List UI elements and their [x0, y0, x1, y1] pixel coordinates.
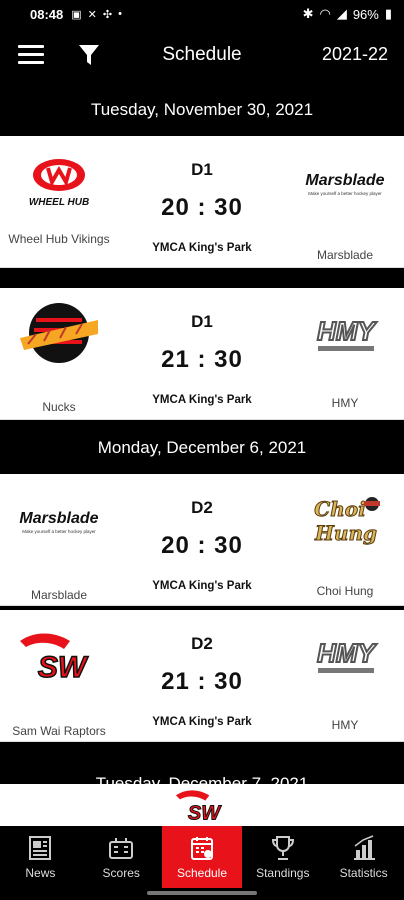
wifi-icon: ◠ [319, 6, 331, 21]
game-time: 20 : 30 [161, 194, 243, 221]
game-card[interactable]: SW Sam Wai Raptors D2 21 : 30 YMCA King'… [0, 610, 404, 742]
date-header: Tuesday, December 7, 2021 [0, 760, 404, 784]
svg-text:WHEEL HUB: WHEEL HUB [29, 197, 89, 208]
svg-text:Make yourself a better hockey: Make yourself a better hockey player [308, 191, 382, 196]
date-header: Tuesday, November 30, 2021 [0, 84, 404, 136]
hmy-logo: HMY [300, 622, 390, 692]
game-info: D2 20 : 30 YMCA King's Park [118, 474, 286, 606]
game-time: 21 : 30 [161, 346, 243, 373]
settings-icon: ✣ [102, 8, 113, 21]
away-team: Choi Hung Choi Hung [286, 474, 404, 606]
away-team-name: Marsblade [316, 248, 374, 262]
nav-label: Standings [256, 866, 310, 880]
home-team-name: Nucks [42, 400, 76, 414]
away-team-name: HMY [331, 718, 359, 732]
division: D1 [191, 312, 213, 331]
svg-text:Choi: Choi [314, 497, 365, 521]
svg-text:SW: SW [188, 802, 222, 824]
wheel-hub-logo: WHEEL HUB [14, 148, 104, 218]
division: D2 [191, 498, 213, 517]
game-time: 20 : 30 [161, 532, 243, 559]
home-team: SW Sam Wai Raptors [0, 610, 118, 742]
gesture-bar[interactable] [0, 888, 404, 900]
sam-wai-logo: SW [176, 790, 223, 825]
signal-icon: ◢ [336, 6, 347, 21]
nav-schedule[interactable]: Schedule [161, 826, 243, 888]
svg-text:Marsblade: Marsblade [19, 510, 98, 527]
season-selector[interactable]: 2021-22 [322, 44, 388, 65]
app-bar: Schedule 2021-22 [0, 28, 404, 84]
game-card[interactable]: Marsblade Make yourself a better hockey … [0, 474, 404, 606]
nucks-logo [14, 300, 104, 370]
schedule-icon [190, 837, 213, 860]
game-info: D1 20 : 30 YMCA King's Park [118, 136, 286, 268]
away-team-name: Choi Hung [316, 584, 374, 598]
marsblade-logo: Marsblade Make yourself a better hockey … [300, 148, 390, 218]
scores-icon [109, 838, 134, 859]
away-team: HMY HMY [286, 610, 404, 742]
venue: YMCA King's Park [152, 242, 252, 254]
home-team: Nucks [0, 288, 118, 420]
away-team-name: HMY [331, 396, 359, 410]
nav-label: Statistics [339, 866, 388, 880]
nav-standings[interactable]: Standings [242, 826, 323, 888]
dot-icon: • [118, 8, 122, 20]
away-team: Marsblade Make yourself a better hockey … [286, 136, 404, 268]
svg-text:HMY: HMY [317, 638, 377, 668]
svg-text:Marsblade: Marsblade [305, 172, 384, 189]
nav-label: Schedule [176, 866, 228, 880]
sam-wai-logo: SW [14, 622, 104, 692]
home-team-name: Sam Wai Raptors [12, 724, 106, 738]
home-team-name: Wheel Hub Vikings [8, 232, 110, 246]
game-info: D1 21 : 30 YMCA King's Park [118, 288, 286, 420]
venue: YMCA King's Park [152, 580, 252, 592]
game-info: D2 21 : 30 YMCA King's Park [118, 610, 286, 742]
nav-label: Scores [102, 866, 140, 880]
home-team: Marsblade Make yourself a better hockey … [0, 474, 118, 606]
nav-statistics[interactable]: Statistics [323, 826, 404, 888]
division: D2 [191, 634, 213, 653]
svg-text:SW: SW [38, 651, 89, 684]
choi-hung-logo: Choi Hung [300, 486, 390, 556]
hmy-logo: HMY [300, 300, 390, 370]
game-time: 21 : 30 [161, 668, 243, 695]
venue: YMCA King's Park [152, 716, 252, 728]
nav-scores[interactable]: Scores [81, 826, 162, 888]
game-card[interactable]: WHEEL HUB Wheel Hub Vikings D1 20 : 30 Y… [0, 136, 404, 268]
battery-level: 96% [352, 6, 379, 22]
bluetooth-icon: ✱ [302, 6, 314, 21]
svg-text:Make yourself a better hockey: Make yourself a better hockey player [22, 529, 96, 534]
game-card[interactable]: Nucks D1 21 : 30 YMCA King's Park HMY HM… [0, 288, 404, 420]
statistics-icon [353, 835, 375, 860]
battery-icon: ▮ [384, 6, 392, 21]
date-header: Monday, December 6, 2021 [0, 422, 404, 474]
trophy-icon [271, 836, 294, 860]
nav-label: News [25, 866, 56, 880]
venue: YMCA King's Park [152, 394, 252, 406]
nav-news[interactable]: News [0, 826, 81, 888]
svg-text:Hung: Hung [314, 521, 377, 545]
bottom-nav: News Scores Schedule Standings Statistic… [0, 826, 404, 888]
status-time: 08:48 [30, 6, 64, 22]
status-bar: 08:48 ▣ ✕ ✣ • ✱ ◠ ◢ 96% ▮ [0, 0, 404, 28]
notification-icons: ▣ ✕ ✣ • [71, 8, 122, 21]
gallery-icon: ▣ [71, 8, 82, 21]
missed-call-icon: ✕ [87, 8, 97, 21]
home-team: WHEEL HUB Wheel Hub Vikings [0, 136, 118, 268]
svg-text:HMY: HMY [317, 316, 377, 346]
division: D1 [191, 160, 213, 179]
news-icon [29, 836, 52, 860]
game-card[interactable]: SW [0, 784, 404, 826]
away-team: HMY HMY [286, 288, 404, 420]
home-team-name: Marsblade [30, 588, 88, 602]
marsblade-logo: Marsblade Make yourself a better hockey … [14, 486, 104, 556]
